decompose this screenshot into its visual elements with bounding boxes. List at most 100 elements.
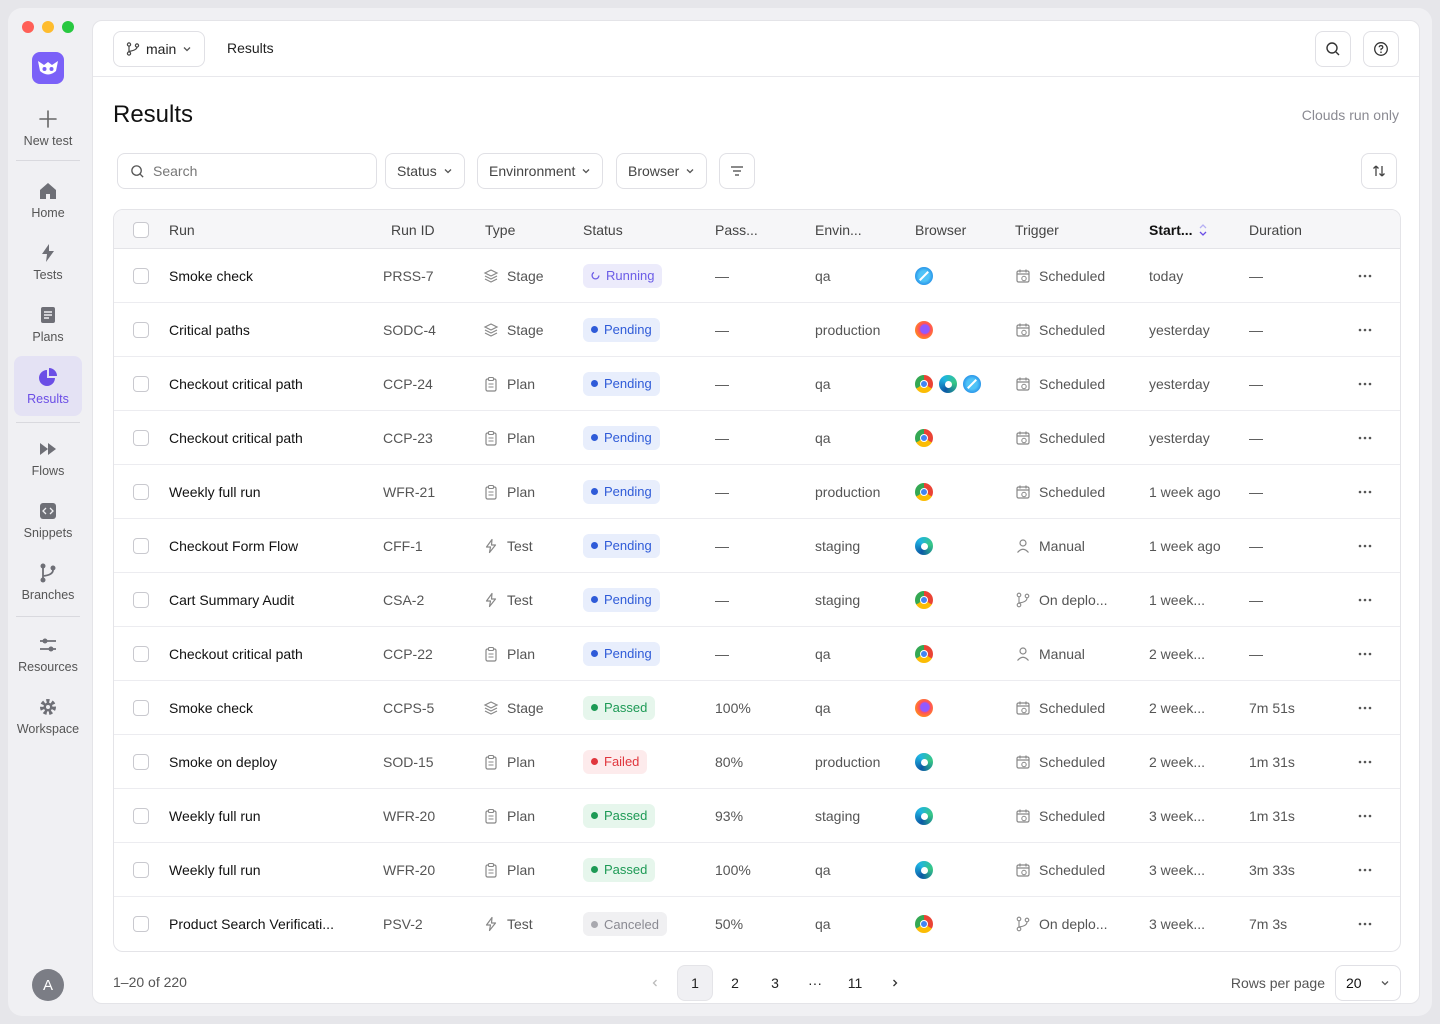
environment-filter[interactable]: Envinronment xyxy=(477,153,604,189)
next-page-button[interactable] xyxy=(877,965,913,1001)
sidebar-item-results[interactable]: Results xyxy=(14,356,82,416)
status-filter[interactable]: Status xyxy=(385,153,465,189)
row-actions-button[interactable] xyxy=(1357,357,1373,410)
table-row[interactable]: Checkout Form Flow CFF-1 Test Pending — stagi… xyxy=(114,519,1400,573)
table-row[interactable]: Weekly full run WFR-21 Plan Pending — product… xyxy=(114,465,1400,519)
prev-page-button[interactable] xyxy=(637,965,673,1001)
user-icon xyxy=(1017,538,1029,553)
row-checkbox[interactable] xyxy=(133,483,149,500)
search-button[interactable] xyxy=(1315,31,1351,67)
header-started[interactable]: Start... xyxy=(1149,210,1209,249)
new-test-button[interactable]: New test xyxy=(14,98,82,158)
run-name[interactable]: Weekly full run xyxy=(169,789,261,842)
header-run-id[interactable]: Run ID xyxy=(391,210,435,249)
run-name[interactable]: Checkout critical path xyxy=(169,357,303,410)
sidebar-item-branches[interactable]: Branches xyxy=(14,552,82,612)
row-checkbox[interactable] xyxy=(133,267,149,284)
table-row[interactable]: Smoke check PRSS-7 Stage Running — qa Schedule… xyxy=(114,249,1400,303)
row-actions-button[interactable] xyxy=(1357,627,1373,680)
table-row[interactable]: Checkout critical path CCP-24 Plan Pending —… xyxy=(114,357,1400,411)
run-name[interactable]: Checkout critical path xyxy=(169,627,303,680)
run-name[interactable]: Checkout critical path xyxy=(169,411,303,464)
run-name[interactable]: Cart Summary Audit xyxy=(169,573,294,626)
table-row[interactable]: Checkout critical path CCP-22 Plan Pending —… xyxy=(114,627,1400,681)
row-checkbox[interactable] xyxy=(133,591,149,608)
row-checkbox[interactable] xyxy=(133,916,149,932)
row-actions-button[interactable] xyxy=(1357,303,1373,356)
row-checkbox[interactable] xyxy=(133,861,149,878)
environment: qa xyxy=(815,267,831,284)
select-all-checkbox-cell xyxy=(133,210,149,249)
table-row[interactable]: Smoke on deploy SOD-15 Plan Failed 80% produc… xyxy=(114,735,1400,789)
row-actions-button[interactable] xyxy=(1357,735,1373,788)
header-duration[interactable]: Duration xyxy=(1249,210,1302,249)
row-actions-button[interactable] xyxy=(1357,897,1373,951)
row-checkbox[interactable] xyxy=(133,645,149,662)
row-checkbox[interactable] xyxy=(133,321,149,338)
run-name[interactable]: Weekly full run xyxy=(169,843,261,896)
row-actions-button[interactable] xyxy=(1357,249,1373,302)
browser-filter[interactable]: Browser xyxy=(616,153,708,189)
header-browser[interactable]: Browser xyxy=(915,210,966,249)
page-button[interactable]: 2 xyxy=(717,965,753,1001)
row-actions-button[interactable] xyxy=(1357,411,1373,464)
search-input[interactable] xyxy=(153,163,353,179)
page-button[interactable]: 1 xyxy=(677,965,713,1001)
header-trigger[interactable]: Trigger xyxy=(1015,210,1059,249)
table-row[interactable]: Weekly full run WFR-20 Plan Passed 93% stagin… xyxy=(114,789,1400,843)
select-all-checkbox[interactable] xyxy=(133,221,149,238)
header-environment[interactable]: Envin... xyxy=(815,210,862,249)
app-logo[interactable] xyxy=(32,52,64,84)
branch-selector[interactable]: main xyxy=(113,31,206,67)
environment: qa xyxy=(815,861,831,878)
header-pass[interactable]: Pass... xyxy=(715,210,758,249)
help-button[interactable] xyxy=(1363,31,1399,67)
rows-per-page-select[interactable]: 20 xyxy=(1335,965,1401,1001)
table-row[interactable]: Weekly full run WFR-20 Plan Passed 100% qa Sch… xyxy=(114,843,1400,897)
page-button[interactable]: 3 xyxy=(757,965,793,1001)
row-checkbox[interactable] xyxy=(133,699,149,716)
table-row[interactable]: Cart Summary Audit CSA-2 Test Pending — stagi… xyxy=(114,573,1400,627)
table-row[interactable]: Smoke check CCPS-5 Stage Passed 100% qa Schedu… xyxy=(114,681,1400,735)
bolt-icon xyxy=(42,244,54,262)
run-name[interactable]: Weekly full run xyxy=(169,465,261,518)
header-run[interactable]: Run xyxy=(169,210,195,249)
row-actions-button[interactable] xyxy=(1357,789,1373,842)
row-checkbox[interactable] xyxy=(133,807,149,824)
row-actions-button[interactable] xyxy=(1357,573,1373,626)
header-status[interactable]: Status xyxy=(583,210,623,249)
more-filters-button[interactable] xyxy=(719,153,755,189)
sort-button[interactable] xyxy=(1361,153,1397,189)
avatar[interactable]: A xyxy=(32,969,64,1001)
table-row[interactable]: Checkout critical path CCP-23 Plan Pending —… xyxy=(114,411,1400,465)
run-name[interactable]: Smoke on deploy xyxy=(169,735,277,788)
sidebar-item-plans[interactable]: Plans xyxy=(14,294,82,354)
table-row[interactable]: Product Search Verificati... PSV-2 Test Can… xyxy=(114,897,1400,951)
row-actions-button[interactable] xyxy=(1357,843,1373,896)
search-box[interactable] xyxy=(117,153,377,189)
run-name[interactable]: Product Search Verificati... xyxy=(169,897,334,951)
row-checkbox[interactable] xyxy=(133,429,149,446)
row-actions-button[interactable] xyxy=(1357,519,1373,572)
run-name[interactable]: Smoke check xyxy=(169,681,253,734)
run-name[interactable]: Critical paths xyxy=(169,303,250,356)
sidebar-item-workspace[interactable]: Workspace xyxy=(14,686,82,746)
sidebar-item-resources[interactable]: Resources xyxy=(14,624,82,684)
page-button[interactable]: 11 xyxy=(837,965,873,1001)
environment: production xyxy=(815,483,881,500)
sidebar-item-flows[interactable]: Flows xyxy=(14,428,82,488)
clouds-run-only-toggle[interactable]: Clouds run only xyxy=(1302,107,1399,123)
table-row[interactable]: Critical paths SODC-4 Stage Pending — product… xyxy=(114,303,1400,357)
table-footer: 1–20 of 220 1 2 3 ··· 11 Rows per page 2… xyxy=(113,965,1401,1001)
row-actions-button[interactable] xyxy=(1357,681,1373,734)
run-name[interactable]: Checkout Form Flow xyxy=(169,519,298,572)
header-type[interactable]: Type xyxy=(485,210,515,249)
sidebar-item-snippets[interactable]: Snippets xyxy=(14,490,82,550)
row-checkbox[interactable] xyxy=(133,375,149,392)
sidebar-item-home[interactable]: Home xyxy=(14,170,82,230)
row-checkbox[interactable] xyxy=(133,753,149,770)
sidebar-item-tests[interactable]: Tests xyxy=(14,232,82,292)
row-checkbox[interactable] xyxy=(133,537,149,554)
run-name[interactable]: Smoke check xyxy=(169,249,253,302)
row-actions-button[interactable] xyxy=(1357,465,1373,518)
